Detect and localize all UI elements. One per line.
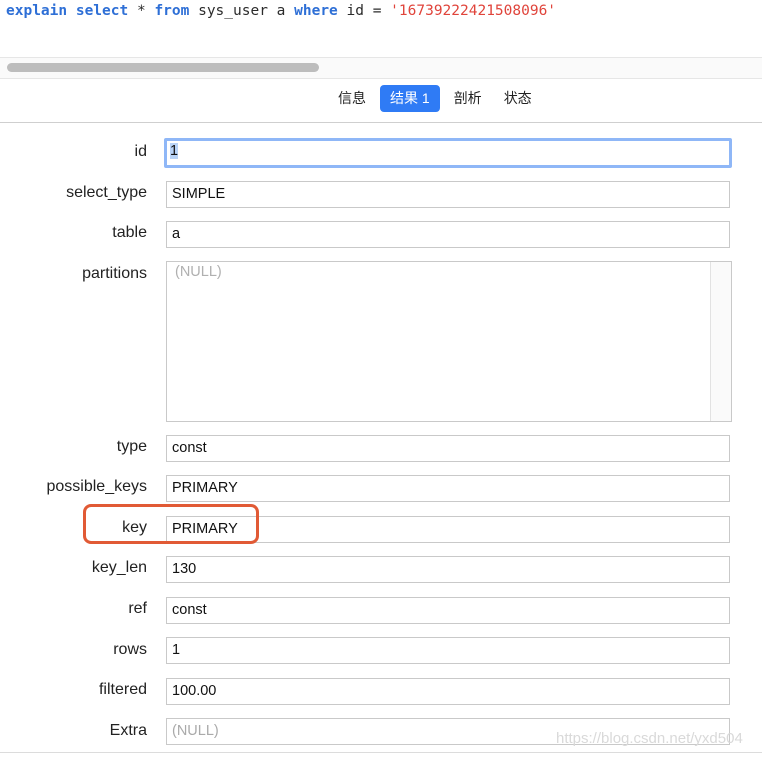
sql-text[interactable]: explain select * from sys_user a where i… [6, 3, 556, 19]
tab-info[interactable]: 信息 [330, 85, 374, 112]
id-value: 1 [170, 143, 179, 159]
sql-keyword: where [294, 3, 338, 19]
tab-status[interactable]: 状态 [496, 85, 540, 112]
label-select-type: select_type [66, 184, 147, 201]
type-field[interactable]: const [166, 435, 730, 462]
sql-token: * [128, 3, 155, 19]
sql-token: id = [337, 3, 391, 19]
label-type: type [116, 438, 147, 455]
label-rows: rows [113, 641, 147, 658]
bottom-divider [0, 752, 762, 753]
label-table: table [112, 224, 147, 241]
sql-keyword: explain [6, 3, 68, 19]
partitions-value: (NULL) [175, 264, 222, 280]
id-field[interactable]: 1 [164, 138, 732, 168]
tab-profile[interactable]: 剖析 [446, 85, 490, 112]
sql-keyword: select [75, 3, 129, 19]
possible-keys-field[interactable]: PRIMARY [166, 475, 730, 502]
key-highlight-annotation [83, 504, 259, 544]
table-field[interactable]: a [166, 221, 730, 248]
tab-result-1[interactable]: 结果 1 [380, 85, 440, 112]
key-len-field[interactable]: 130 [166, 556, 730, 583]
tab-list: 信息 结果 1 剖析 状态 [330, 85, 540, 112]
select-type-field[interactable]: SIMPLE [166, 181, 730, 208]
sql-string: '16739222421508096' [390, 3, 557, 19]
ref-field[interactable]: const [166, 597, 730, 624]
divider [0, 122, 762, 123]
sql-token: sys_user a [189, 3, 295, 19]
label-key-len: key_len [91, 559, 147, 576]
label-possible-keys: possible_keys [46, 478, 148, 495]
sql-keyword: from [154, 3, 190, 19]
rows-field[interactable]: 1 [166, 637, 730, 664]
partitions-textarea[interactable]: (NULL) [166, 261, 732, 422]
horizontal-scrollbar[interactable] [0, 57, 762, 79]
partitions-scrollbar[interactable] [710, 262, 731, 421]
label-id: id [134, 143, 147, 160]
sql-editor[interactable]: explain select * from sys_user a where i… [0, 0, 762, 79]
filtered-field[interactable]: 100.00 [166, 678, 730, 705]
scrollbar-thumb[interactable] [7, 63, 319, 72]
label-ref: ref [128, 600, 147, 617]
result-tabbar: 信息 结果 1 剖析 状态 [0, 79, 762, 121]
watermark: https://blog.csdn.net/yxd504 [556, 730, 743, 747]
label-extra: Extra [109, 722, 147, 739]
label-partitions: partitions [82, 265, 147, 282]
label-filtered: filtered [98, 681, 147, 698]
